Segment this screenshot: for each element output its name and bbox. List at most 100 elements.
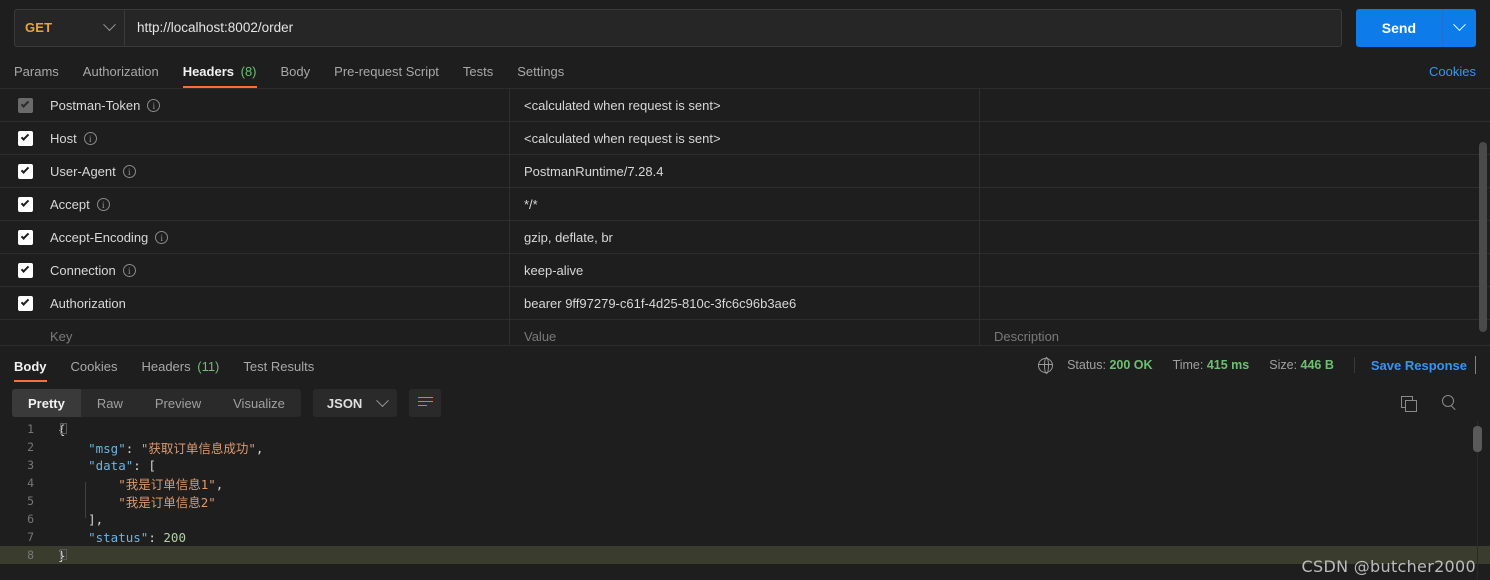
request-tab-label: Tests	[462, 64, 494, 79]
table-row: Host i <calculated when request is sent>	[0, 121, 1490, 155]
code-fold-marker[interactable]	[60, 423, 67, 434]
header-key-cell[interactable]: Accept i	[50, 187, 510, 221]
globe-icon	[1037, 357, 1054, 375]
info-icon[interactable]: i	[83, 131, 97, 145]
request-tab-settings[interactable]: Settings	[505, 64, 576, 88]
checkmark-icon	[20, 264, 30, 273]
code-fold-marker[interactable]	[60, 549, 67, 560]
code-line: 1{	[0, 420, 1490, 438]
save-response-options-button[interactable]	[1475, 356, 1476, 374]
info-icon[interactable]: i	[122, 263, 136, 277]
header-key-cell[interactable]: Host i	[50, 121, 510, 155]
header-enabled-cell	[0, 295, 50, 311]
request-tab-label: Settings	[517, 64, 565, 79]
search-icon[interactable]	[1442, 395, 1458, 411]
header-value-cell[interactable]: gzip, deflate, br	[510, 220, 980, 254]
view-mode-raw[interactable]: Raw	[81, 389, 139, 417]
code-line-text: "我是订单信息2"	[50, 492, 216, 511]
info-icon[interactable]: i	[147, 98, 161, 112]
response-tab-headers[interactable]: Headers (11)	[129, 359, 231, 382]
header-description-cell[interactable]	[980, 188, 1490, 221]
header-value-text: gzip, deflate, br	[524, 229, 613, 245]
header-enabled-checkbox[interactable]	[17, 295, 33, 311]
save-response-button[interactable]: Save Response	[1371, 358, 1467, 373]
code-line-text: ],	[50, 512, 103, 527]
header-description-cell[interactable]	[980, 122, 1490, 155]
header-description-cell[interactable]	[980, 287, 1490, 320]
response-tab-bar: Body Cookies Headers (11) Test Results Stat…	[0, 346, 1490, 382]
header-enabled-checkbox[interactable]	[17, 262, 33, 278]
url-input[interactable]: http://localhost:8002/order	[124, 8, 1342, 47]
header-description-cell[interactable]	[980, 221, 1490, 254]
wrap-lines-button[interactable]	[409, 389, 442, 417]
cookies-link[interactable]: Cookies	[1429, 64, 1476, 88]
view-mode-preview[interactable]: Preview	[139, 389, 217, 417]
header-description-cell[interactable]	[980, 89, 1490, 122]
info-icon[interactable]: i	[122, 164, 136, 178]
header-value-cell[interactable]: <calculated when request is sent>	[510, 89, 980, 122]
new-header-value-input[interactable]: Value	[510, 319, 980, 345]
header-enabled-checkbox[interactable]	[17, 196, 33, 212]
time-value: 415 ms	[1206, 358, 1250, 372]
header-key-cell[interactable]: User-Agent i	[50, 154, 510, 188]
send-button[interactable]: Send	[1355, 8, 1442, 47]
header-key-cell[interactable]: Postman-Token i	[50, 89, 510, 122]
request-tab-params[interactable]: Params	[14, 64, 71, 88]
indent-guide	[85, 482, 86, 518]
chevron-down-icon	[103, 18, 116, 32]
line-number: 6	[27, 512, 34, 526]
info-icon[interactable]: i	[155, 230, 169, 244]
header-value-cell[interactable]: PostmanRuntime/7.28.4	[510, 154, 980, 188]
header-value-text: bearer 9ff97279-c61f-4d25-810c-3fc6c96b3…	[524, 295, 797, 311]
watermark: CSDN @butcher2000	[1301, 557, 1476, 576]
request-tab-bar: Params Authorization Headers (8) Body Pre-re…	[0, 55, 1490, 89]
response-tab-body[interactable]: Body	[14, 359, 59, 382]
header-key-text: Authorization	[50, 295, 126, 311]
send-options-button[interactable]	[1442, 8, 1476, 47]
header-description-cell[interactable]	[980, 254, 1490, 287]
header-description-cell[interactable]	[980, 155, 1490, 188]
new-header-key-input[interactable]: Key	[50, 319, 510, 345]
header-enabled-checkbox[interactable]	[17, 130, 33, 146]
request-tab-tests[interactable]: Tests	[451, 64, 505, 88]
new-header-description-input[interactable]: Description	[980, 320, 1490, 346]
copy-icon[interactable]	[1401, 395, 1417, 412]
code-scrollbar-thumb[interactable]	[1473, 426, 1482, 452]
header-key-cell[interactable]: Connection i	[50, 253, 510, 287]
response-tab-test-results[interactable]: Test Results	[231, 359, 326, 382]
header-key-cell[interactable]: Authorization	[50, 286, 510, 320]
request-tab-authorization[interactable]: Authorization	[71, 64, 171, 88]
header-value-cell[interactable]: <calculated when request is sent>	[510, 121, 980, 155]
header-key-text: User-Agent	[50, 163, 116, 179]
header-enabled-checkbox[interactable]	[17, 97, 33, 113]
header-enabled-checkbox[interactable]	[17, 229, 33, 245]
checkmark-icon	[20, 165, 30, 174]
request-tab-pre-request-script[interactable]: Pre-request Script	[322, 64, 451, 88]
http-method-select[interactable]: GET	[14, 8, 124, 47]
headers-scrollbar-thumb[interactable]	[1479, 142, 1487, 332]
code-token: "data"	[88, 457, 134, 473]
response-tab-cookies[interactable]: Cookies	[59, 359, 130, 382]
header-value-cell[interactable]: */*	[510, 187, 980, 221]
response-format-select[interactable]: JSON	[312, 389, 398, 417]
code-line: 7 "status": 200	[0, 528, 1490, 546]
header-enabled-checkbox[interactable]	[17, 163, 33, 179]
size-badge: Size: 446 B	[1269, 358, 1334, 372]
info-icon[interactable]: i	[96, 197, 110, 211]
chevron-down-icon	[376, 393, 390, 407]
code-token: 200	[163, 529, 186, 545]
code-token: :	[125, 440, 141, 456]
view-mode-pretty[interactable]: Pretty	[12, 389, 81, 417]
header-enabled-cell	[0, 130, 50, 146]
http-method-label: GET	[25, 20, 53, 35]
header-value-cell[interactable]: keep-alive	[510, 253, 980, 287]
header-value-cell[interactable]: bearer 9ff97279-c61f-4d25-810c-3fc6c96b3…	[510, 286, 980, 320]
request-tab-body[interactable]: Body	[269, 64, 323, 88]
view-mode-visualize[interactable]: Visualize	[217, 389, 301, 417]
request-tab-headers[interactable]: Headers (8)	[171, 64, 269, 88]
response-body-code[interactable]: 1{2 "msg": "获取订单信息成功", 3 "data": [4 "我是订单…	[0, 420, 1490, 580]
header-key-cell[interactable]: Accept-Encoding i	[50, 220, 510, 254]
